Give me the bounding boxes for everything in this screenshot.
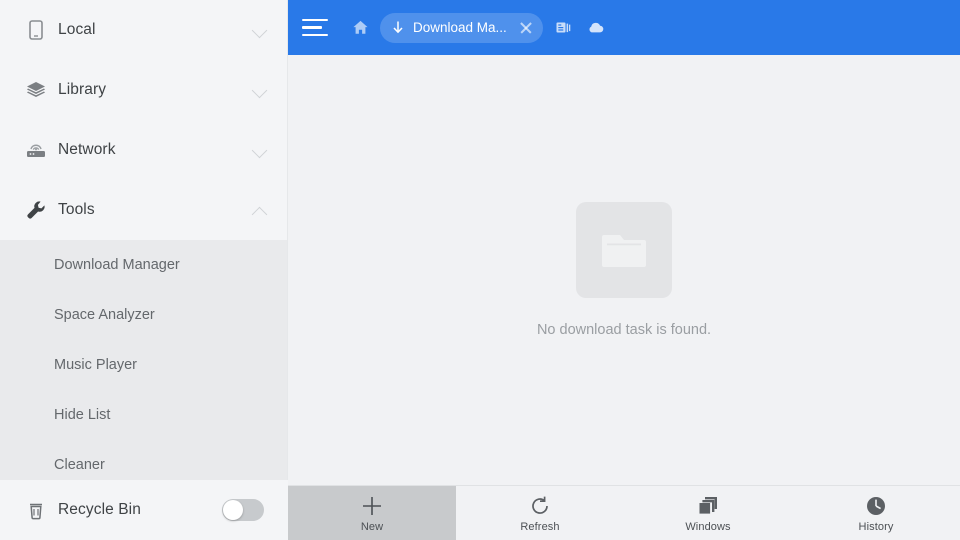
sidebar-item-local[interactable]: Local: [0, 0, 288, 60]
sidebar-item-label: Tools: [58, 201, 95, 218]
sidebar-subitem-label: Hide List: [54, 407, 111, 423]
chevron-up-icon[interactable]: [250, 200, 270, 220]
clock-icon: [865, 494, 887, 518]
main-panel: Download Ma... No download task is found…: [288, 0, 960, 540]
download-arrow-icon: [390, 20, 406, 36]
history-button[interactable]: History: [792, 486, 960, 540]
tab-label: Download Ma...: [413, 20, 507, 35]
new-button-label: New: [360, 520, 384, 533]
cloud-icon[interactable]: [585, 17, 607, 39]
recycle-bin-toggle[interactable]: [222, 499, 264, 521]
layers-icon: [18, 79, 54, 101]
windows-stack-icon: [696, 494, 720, 518]
sidebar-subitem-label: Download Manager: [54, 257, 180, 273]
top-bar: Download Ma...: [288, 0, 960, 55]
refresh-button-label: Refresh: [520, 520, 560, 533]
trash-icon: [18, 499, 54, 521]
sidebar-nav: Local Library Network Tools: [0, 0, 288, 240]
sidebar-item-download-manager[interactable]: Download Manager: [0, 240, 288, 290]
sidebar-item-music-player[interactable]: Music Player: [0, 340, 288, 390]
chevron-down-icon[interactable]: [250, 80, 270, 100]
sidebar-subitem-label: Cleaner: [54, 457, 105, 473]
windows-button[interactable]: Windows: [624, 486, 792, 540]
empty-state-message: No download task is found.: [536, 322, 712, 338]
router-icon: [18, 139, 54, 161]
refresh-icon: [529, 494, 551, 518]
home-icon[interactable]: [346, 14, 374, 42]
app-window: Local Library Network Tools Download Man…: [0, 0, 960, 540]
sidebar-item-label: Local: [58, 21, 96, 38]
recycle-bin-label: Recycle Bin: [58, 501, 141, 518]
plus-icon: [360, 494, 384, 518]
sidebar: Local Library Network Tools Download Man…: [0, 0, 288, 540]
history-button-label: History: [858, 520, 894, 533]
new-button[interactable]: New: [288, 486, 456, 540]
folder-icon: [576, 202, 672, 298]
window-cards-icon[interactable]: [553, 17, 575, 39]
sidebar-subitem-label: Space Analyzer: [54, 307, 155, 323]
sidebar-item-network[interactable]: Network: [0, 120, 288, 180]
tools-submenu: Download Manager Space Analyzer Music Pl…: [0, 240, 288, 490]
tab-download-manager[interactable]: Download Ma...: [380, 12, 543, 43]
toggle-knob: [223, 500, 243, 520]
windows-button-label: Windows: [685, 520, 731, 533]
hamburger-icon[interactable]: [300, 11, 334, 45]
empty-state: No download task is found.: [288, 55, 960, 485]
sidebar-item-label: Network: [58, 141, 116, 158]
chevron-down-icon[interactable]: [250, 140, 270, 160]
wrench-icon: [18, 199, 54, 221]
sidebar-subitem-label: Music Player: [54, 357, 137, 373]
bottom-toolbar: New Refresh Windows History: [288, 485, 960, 540]
refresh-button[interactable]: Refresh: [456, 486, 624, 540]
close-icon[interactable]: [515, 17, 537, 39]
sidebar-item-library[interactable]: Library: [0, 60, 288, 120]
sidebar-item-space-analyzer[interactable]: Space Analyzer: [0, 290, 288, 340]
sidebar-item-hide-list[interactable]: Hide List: [0, 390, 288, 440]
sidebar-item-recycle-bin[interactable]: Recycle Bin: [0, 480, 288, 540]
phone-icon: [18, 19, 54, 41]
sidebar-item-tools[interactable]: Tools: [0, 180, 288, 240]
chevron-down-icon[interactable]: [250, 20, 270, 40]
sidebar-item-label: Library: [58, 81, 107, 98]
